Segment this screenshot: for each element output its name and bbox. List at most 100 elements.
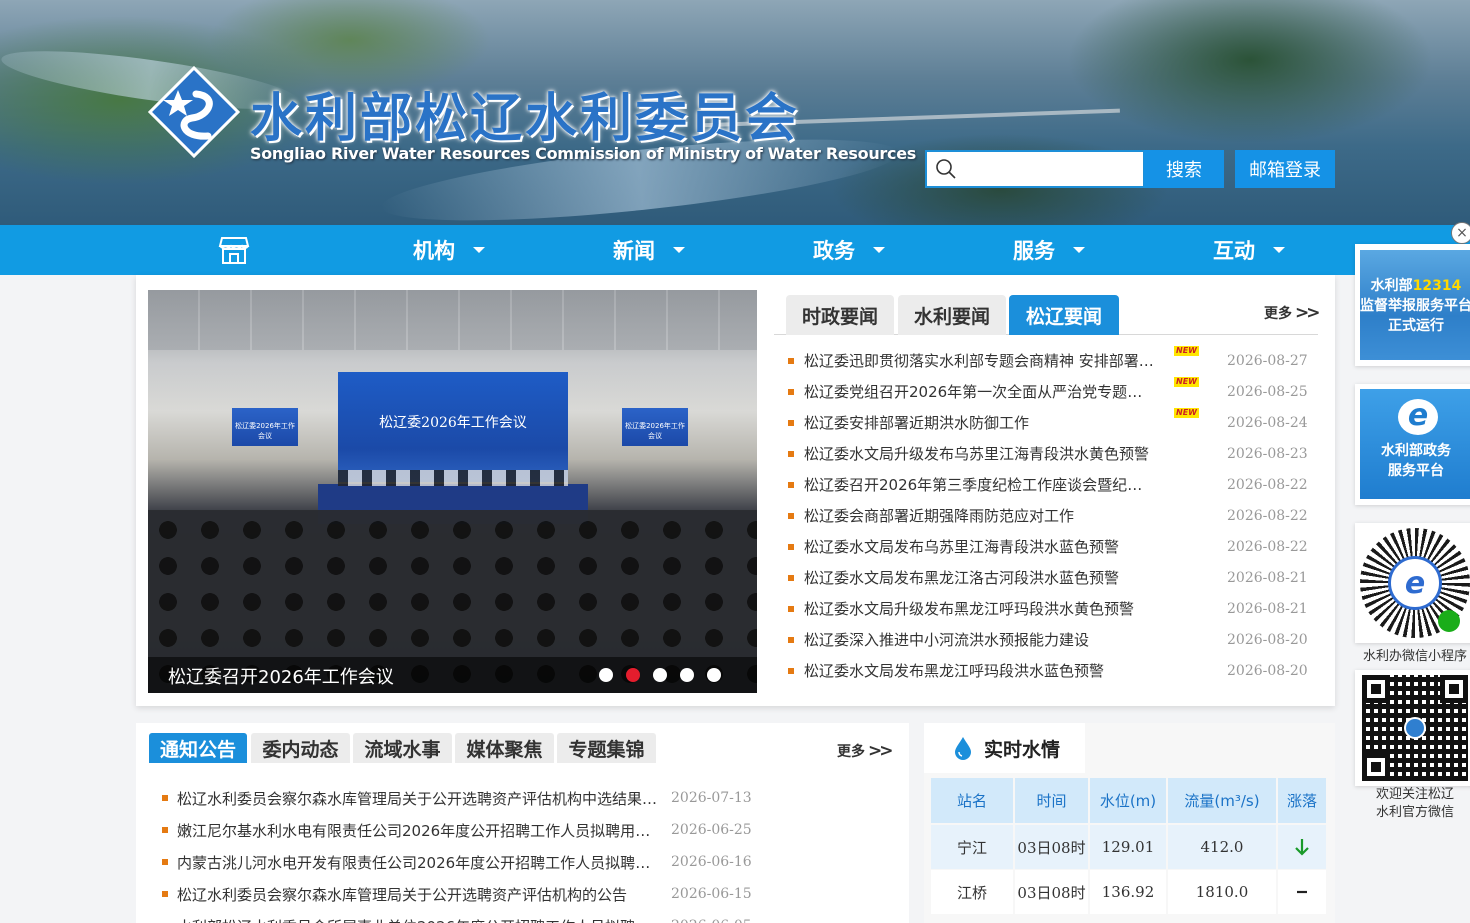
news-list-item[interactable]: 松辽委召开2026年第三季度纪检工作座谈会暨纪检… 2026-08-22	[788, 469, 1308, 500]
search-button[interactable]: 搜索	[1144, 150, 1224, 188]
news-title[interactable]: 松辽委水文局发布黑龙江洛古河段洪水蓝色预警	[804, 567, 1154, 588]
news-list-item[interactable]: 松辽委水文局发布黑龙江呼玛段洪水蓝色预警 2026-08-20	[788, 655, 1308, 686]
cell-station: 江桥	[931, 870, 1013, 914]
water-table-row[interactable]: 宁江 03日08时 129.01 412.0	[931, 825, 1326, 869]
caret-down-icon	[1273, 247, 1285, 253]
notice-list: 松辽水利委员会察尔森水库管理局关于公开选聘资产评估机构中选结果… 2026-07-…	[162, 782, 752, 923]
news-list-item[interactable]: 松辽委深入推进中小河流洪水预报能力建设 2026-08-20	[788, 624, 1308, 655]
slide-caption[interactable]: 松辽委召开2026年工作会议	[168, 663, 394, 689]
notices-more-link[interactable]: 更多 >>	[837, 741, 893, 761]
nav-item-services[interactable]: 服务	[1013, 225, 1085, 275]
mini-program-label: 水利办微信小程序	[1362, 649, 1467, 664]
news-date: 2026-08-21	[1227, 600, 1308, 617]
site-subtitle: Songliao River Water Resources Commissio…	[250, 144, 916, 163]
ad-12314-platform[interactable]: 水利部12314 监督举报服务平台 正式运行	[1355, 244, 1470, 366]
bullet-icon	[788, 667, 794, 674]
water-info-tab[interactable]: 实时水情	[924, 723, 1085, 773]
slider-dot[interactable]	[680, 668, 694, 682]
news-tabs: 时政要闻 水利要闻 松辽要闻 更多 >>	[774, 293, 1320, 335]
notice-title[interactable]: 水利部松辽水利委员会所属事业单位2026年度公开招聘工作人员拟聘人…	[177, 916, 657, 923]
tab-basin-affairs[interactable]: 流域水事	[353, 733, 452, 763]
mail-login-button[interactable]: 邮箱登录	[1235, 150, 1335, 188]
news-title[interactable]: 松辽委水文局发布乌苏里江海青段洪水蓝色预警	[804, 536, 1154, 557]
search-input[interactable]	[965, 154, 1135, 184]
slider-dot[interactable]	[707, 668, 721, 682]
news-list-item[interactable]: 松辽委党组召开2026年第一次全面从严治党专题会… NEW 2026-08-25	[788, 376, 1308, 407]
slider-dot-active[interactable]	[626, 668, 640, 682]
water-table-row[interactable]: 江桥 03日08时 136.92 1810.0	[931, 870, 1326, 914]
site-logo-icon[interactable]	[148, 66, 240, 158]
notice-list-item[interactable]: 松辽水利委员会察尔森水库管理局关于公开选聘资产评估机构中选结果… 2026-07-…	[162, 782, 752, 814]
more-label: 更多	[1264, 306, 1292, 322]
home-icon[interactable]	[218, 236, 250, 264]
ad-gov-service-platform[interactable]: e 水利部政务 服务平台	[1355, 384, 1470, 505]
tab-media-focus[interactable]: 媒体聚焦	[455, 733, 554, 763]
water-drop-icon	[955, 737, 971, 760]
news-list-item[interactable]: 松辽委迅即贯彻落实水利部专题会商精神 安排部署… NEW 2026-08-27	[788, 345, 1308, 376]
nav-item-government-affairs[interactable]: 政务	[813, 225, 885, 275]
notice-title[interactable]: 内蒙古洮儿河水电开发有限责任公司2026年度公开招聘工作人员拟聘人…	[177, 852, 657, 873]
slide-side-screen: 松辽委2026年工作会议	[622, 408, 688, 446]
notice-title[interactable]: 松辽水利委员会察尔森水库管理局关于公开选聘资产评估机构的公告	[177, 884, 657, 905]
cell-time: 03日08时	[1015, 825, 1088, 869]
bullet-icon	[788, 636, 794, 643]
news-title[interactable]: 松辽委水文局发布黑龙江呼玛段洪水蓝色预警	[804, 660, 1154, 681]
search-box[interactable]	[925, 150, 1145, 188]
news-date: 2026-08-23	[1227, 445, 1308, 462]
news-list-item[interactable]: 松辽委会商部署近期强降雨防范应对工作 2026-08-22	[788, 500, 1308, 531]
news-title[interactable]: 松辽委党组召开2026年第一次全面从严治党专题会…	[804, 381, 1154, 402]
nav-item-label: 政务	[813, 239, 855, 263]
close-icon[interactable]: ×	[1451, 222, 1470, 244]
news-date: 2026-08-25	[1227, 383, 1308, 400]
ad-12314-banner: 水利部12314 监督举报服务平台 正式运行	[1360, 250, 1470, 360]
nav-item-news[interactable]: 新闻	[613, 225, 685, 275]
notice-date: 2026-06-05	[671, 918, 752, 923]
notice-title[interactable]: 松辽水利委员会察尔森水库管理局关于公开选聘资产评估机构中选结果…	[177, 788, 657, 809]
news-title[interactable]: 松辽委会商部署近期强降雨防范应对工作	[804, 505, 1154, 526]
notice-list-item[interactable]: 内蒙古洮儿河水电开发有限责任公司2026年度公开招聘工作人员拟聘人… 2026-0…	[162, 846, 752, 878]
news-list-item[interactable]: 松辽委水文局发布黑龙江洛古河段洪水蓝色预警 2026-08-21	[788, 562, 1308, 593]
news-title[interactable]: 松辽委水文局升级发布乌苏里江海青段洪水黄色预警	[804, 443, 1154, 464]
news-list-item[interactable]: 松辽委水文局发布乌苏里江海青段洪水蓝色预警 2026-08-22	[788, 531, 1308, 562]
bullet-icon	[788, 481, 794, 488]
news-more-link[interactable]: 更多 >>	[1264, 303, 1320, 323]
news-title[interactable]: 松辽委水文局升级发布黑龙江呼玛段洪水黄色预警	[804, 598, 1154, 619]
nav-item-organization[interactable]: 机构	[413, 225, 485, 275]
bullet-icon	[162, 859, 168, 865]
notice-title[interactable]: 嫩江尼尔基水利水电有限责任公司2026年度公开招聘工作人员拟聘用人…	[177, 820, 657, 841]
notice-list-item[interactable]: 嫩江尼尔基水利水电有限责任公司2026年度公开招聘工作人员拟聘用人… 2026-0…	[162, 814, 752, 846]
more-label: 更多	[837, 744, 865, 760]
tab-water-news[interactable]: 水利要闻	[898, 295, 1006, 335]
tab-internal-news[interactable]: 委内动态	[251, 733, 350, 763]
ad-gov-service-banner: e 水利部政务 服务平台	[1360, 389, 1470, 499]
news-date: 2026-08-22	[1227, 507, 1308, 524]
bullet-icon	[162, 827, 168, 833]
nav-item-interaction[interactable]: 互动	[1213, 225, 1285, 275]
news-date: 2026-08-27	[1227, 352, 1308, 369]
cell-station: 宁江	[931, 825, 1013, 869]
notice-list-item[interactable]: 松辽水利委员会察尔森水库管理局关于公开选聘资产评估机构的公告 2026-06-15	[162, 878, 752, 910]
slider-dot[interactable]	[599, 668, 613, 682]
news-title[interactable]: 松辽委召开2026年第三季度纪检工作座谈会暨纪检…	[804, 474, 1154, 495]
news-title[interactable]: 松辽委深入推进中小河流洪水预报能力建设	[804, 629, 1154, 650]
slider-dot[interactable]	[653, 668, 667, 682]
nav-item-label: 机构	[413, 239, 455, 263]
photo-slider[interactable]: 松辽委2026年工作会议 松辽委2026年工作会议 松辽委2026年工作会议 松…	[148, 290, 757, 693]
tab-current-affairs[interactable]: 时政要闻	[786, 295, 894, 335]
caret-down-icon	[673, 247, 685, 253]
dash-icon	[1278, 870, 1326, 914]
news-date: 2026-08-22	[1227, 476, 1308, 493]
water-table-header: 站名 时间 水位(m) 流量(m³/s) 涨落	[931, 778, 1326, 823]
tab-songliao-news[interactable]: 松辽要闻	[1009, 295, 1119, 335]
notice-list-item[interactable]: 水利部松辽水利委员会所属事业单位2026年度公开招聘工作人员拟聘人… 2026-0…	[162, 910, 752, 923]
news-list-item[interactable]: 松辽委水文局升级发布乌苏里江海青段洪水黄色预警 2026-08-23	[788, 438, 1308, 469]
tab-notices[interactable]: 通知公告	[149, 733, 247, 763]
wechat-qr-code-icon[interactable]	[1362, 675, 1468, 781]
news-list-item[interactable]: 松辽委安排部署近期洪水防御工作 NEW 2026-08-24	[788, 407, 1308, 438]
cell-flow: 1810.0	[1168, 870, 1276, 914]
news-list-item[interactable]: 松辽委水文局升级发布黑龙江呼玛段洪水黄色预警 2026-08-21	[788, 593, 1308, 624]
mini-program-code-icon[interactable]: e	[1360, 528, 1470, 638]
news-title[interactable]: 松辽委安排部署近期洪水防御工作	[804, 412, 1154, 433]
tab-special-topics[interactable]: 专题集锦	[557, 733, 656, 763]
news-title[interactable]: 松辽委迅即贯彻落实水利部专题会商精神 安排部署…	[804, 350, 1154, 371]
